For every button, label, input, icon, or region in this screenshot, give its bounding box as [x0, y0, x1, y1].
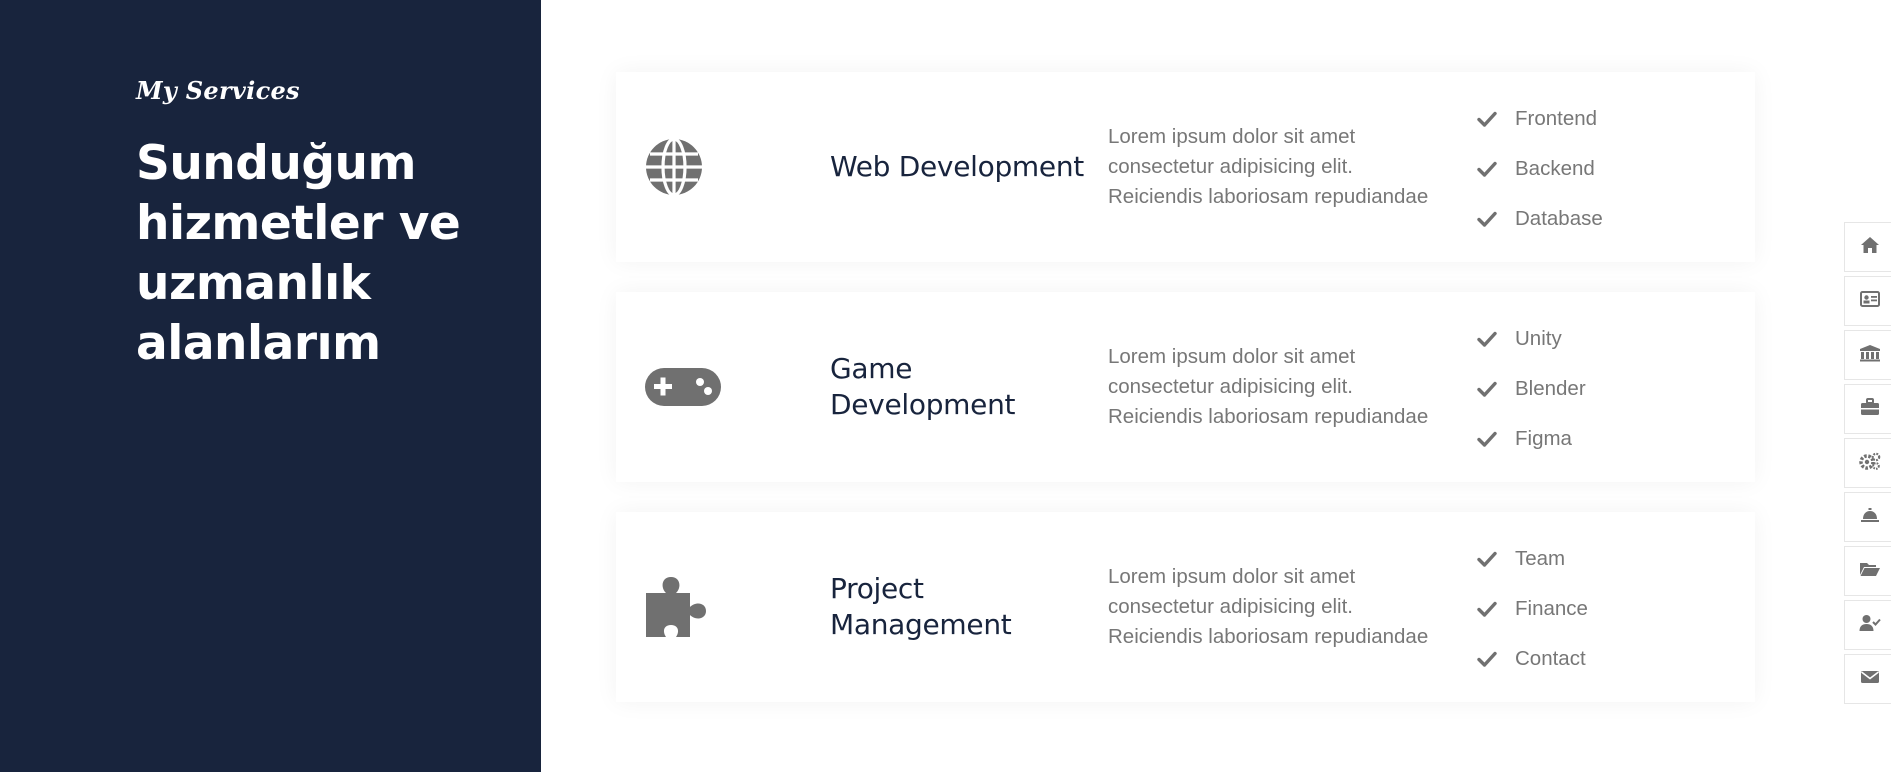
folder-open-icon	[1859, 561, 1881, 581]
check-icon	[1477, 331, 1515, 347]
list-item: Finance	[1477, 584, 1588, 634]
list-item-label: Figma	[1515, 427, 1572, 450]
gamepad-icon	[644, 292, 744, 482]
list-item: Database	[1477, 194, 1603, 244]
service-description: Lorem ipsum dolor sit amet consectetur a…	[1108, 345, 1429, 428]
list-item: Contact	[1477, 634, 1588, 684]
list-item-label: Frontend	[1515, 107, 1598, 130]
gears-icon	[1858, 452, 1881, 474]
check-icon	[1477, 211, 1515, 227]
check-icon	[1477, 551, 1515, 567]
left-panel: My Services Sunduğum hizmetler ve uzmanl…	[0, 0, 541, 772]
nav-skills-button[interactable]	[1844, 438, 1891, 488]
check-icon	[1477, 601, 1515, 617]
home-icon	[1860, 236, 1880, 258]
briefcase-icon	[1860, 398, 1880, 420]
concierge-bell-icon	[1860, 507, 1880, 527]
service-description: Lorem ipsum dolor sit amet consectetur a…	[1108, 565, 1429, 648]
nav-experience-button[interactable]	[1844, 384, 1891, 434]
check-icon	[1477, 651, 1515, 667]
nav-references-button[interactable]	[1844, 600, 1891, 650]
id-card-icon	[1859, 291, 1880, 311]
nav-home-button[interactable]	[1844, 222, 1891, 272]
nav-contact-button[interactable]	[1844, 654, 1891, 704]
service-skill-list: Team Finance Contact	[1477, 534, 1588, 684]
list-item-label: Unity	[1515, 327, 1562, 350]
list-item: Blender	[1477, 364, 1586, 414]
service-title: Game Development	[830, 352, 1016, 421]
check-icon	[1477, 381, 1515, 397]
services-list: Web Development Lorem ipsum dolor sit am…	[616, 72, 1755, 732]
section-heading: Sunduğum hizmetler ve uzmanlık alanlarım	[136, 136, 461, 371]
envelope-icon	[1860, 669, 1880, 689]
list-item-label: Finance	[1515, 597, 1588, 620]
service-title: Project Management	[830, 572, 1012, 641]
side-navigation	[1844, 222, 1891, 708]
nav-about-button[interactable]	[1844, 276, 1891, 326]
service-skill-list: Frontend Backend Database	[1477, 94, 1603, 244]
user-check-icon	[1859, 614, 1881, 636]
university-icon	[1859, 344, 1881, 366]
list-item-label: Database	[1515, 207, 1603, 230]
list-item-label: Blender	[1515, 377, 1586, 400]
service-title: Web Development	[830, 150, 1084, 183]
service-card-web-development: Web Development Lorem ipsum dolor sit am…	[616, 72, 1755, 262]
nav-portfolio-button[interactable]	[1844, 546, 1891, 596]
check-icon	[1477, 431, 1515, 447]
list-item-label: Backend	[1515, 157, 1595, 180]
list-item: Backend	[1477, 144, 1603, 194]
service-card-game-development: Game Development Lorem ipsum dolor sit a…	[616, 292, 1755, 482]
check-icon	[1477, 161, 1515, 177]
list-item-label: Team	[1515, 547, 1566, 570]
list-item-label: Contact	[1515, 647, 1586, 670]
list-item: Frontend	[1477, 94, 1603, 144]
check-icon	[1477, 111, 1515, 127]
list-item: Unity	[1477, 314, 1586, 364]
section-subtitle: My Services	[136, 76, 300, 105]
service-card-project-management: Project Management Lorem ipsum dolor sit…	[616, 512, 1755, 702]
service-skill-list: Unity Blender Figma	[1477, 314, 1586, 464]
list-item: Figma	[1477, 414, 1586, 464]
service-description: Lorem ipsum dolor sit amet consectetur a…	[1108, 125, 1429, 208]
nav-education-button[interactable]	[1844, 330, 1891, 380]
puzzle-icon	[644, 512, 744, 702]
list-item: Team	[1477, 534, 1588, 584]
globe-icon	[644, 72, 744, 262]
nav-services-button[interactable]	[1844, 492, 1891, 542]
